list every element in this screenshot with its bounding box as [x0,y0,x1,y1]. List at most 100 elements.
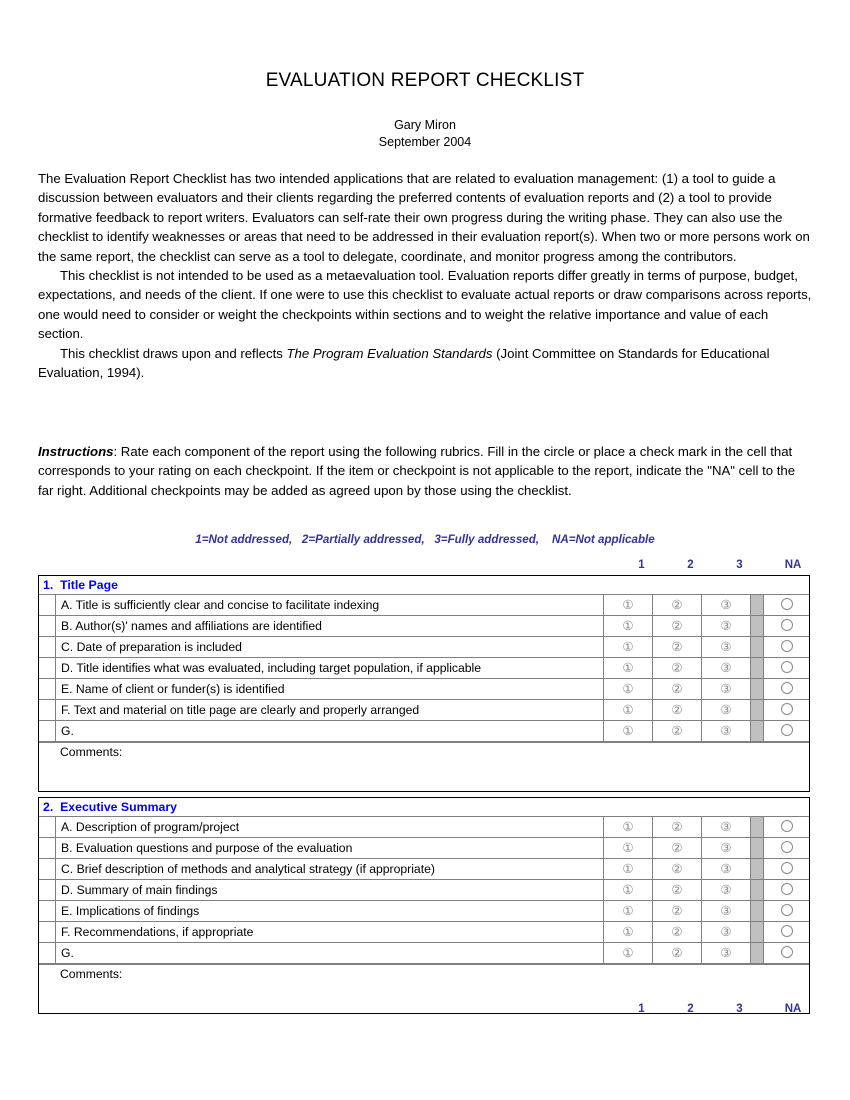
rating-cell-1[interactable]: ① [603,616,652,636]
checkpoint-label: F. Text and material on title page are c… [55,700,603,720]
column-divider [750,616,763,636]
rating-cell-na[interactable] [763,637,809,657]
intro-paragraph-2: This checklist is not intended to be use… [38,268,812,342]
intro-paragraph-3-before: This checklist draws upon and reflects [60,345,287,361]
rating-cell-3[interactable]: ③ [701,658,750,678]
rating-cell-2[interactable]: ② [652,700,701,720]
rating-cell-2[interactable]: ② [652,595,701,615]
rating-cell-1[interactable]: ① [603,880,652,900]
checklist-section-2: 2. Executive Summary A. Description of p… [38,797,810,1014]
rating-cell-3[interactable]: ③ [701,943,750,963]
rating-cell-1[interactable]: ① [603,838,652,858]
rating-cell-1[interactable]: ① [603,637,652,657]
scale-header-na: NA [784,559,802,571]
rating-cell-3[interactable]: ③ [701,859,750,879]
rating-cell-na[interactable] [763,880,809,900]
rating-cell-1[interactable]: ① [603,943,652,963]
author-name: Gary Miron [394,118,456,132]
circle-icon [780,723,793,736]
rating-cell-2[interactable]: ② [652,637,701,657]
rating-cell-na[interactable] [763,859,809,879]
rating-cell-na[interactable] [763,595,809,615]
circle-icon [780,660,793,673]
column-divider [750,658,763,678]
checkpoint-label: C. Brief description of methods and anal… [55,859,603,879]
introduction-text: The Evaluation Report Checklist has two … [38,169,812,382]
rating-cell-na[interactable] [763,943,809,963]
rating-cell-3[interactable]: ③ [701,922,750,942]
rating-cell-3[interactable]: ③ [701,679,750,699]
column-divider [750,838,763,858]
rating-cell-2[interactable]: ② [652,901,701,921]
rating-cell-2[interactable]: ② [652,838,701,858]
rating-cell-3[interactable]: ③ [701,901,750,921]
rating-cell-3[interactable]: ③ [701,880,750,900]
checkpoint-label: E. Implications of findings [55,901,603,921]
column-divider [750,595,763,615]
checkpoint-label: F. Recommendations, if appropriate [55,922,603,942]
rating-cell-1[interactable]: ① [603,679,652,699]
publication-date: September 2004 [378,135,472,149]
rating-cell-na[interactable] [763,721,809,741]
rating-cell-1[interactable]: ① [603,721,652,741]
table-row: G. ① ② ③ [39,721,809,742]
rating-cell-1[interactable]: ① [603,859,652,879]
rating-cell-na[interactable] [763,901,809,921]
table-row: C. Date of preparation is included ① ② ③ [39,637,809,658]
rating-cell-1[interactable]: ① [603,817,652,837]
rating-cell-1[interactable]: ① [603,658,652,678]
rating-cell-na[interactable] [763,679,809,699]
checkpoint-label: C. Date of preparation is included [55,637,603,657]
rating-cell-na[interactable] [763,817,809,837]
circle-icon [780,882,793,895]
rating-cell-2[interactable]: ② [652,880,701,900]
rating-cell-3[interactable]: ③ [701,616,750,636]
rating-cell-na[interactable] [763,700,809,720]
intro-paragraph-3: This checklist draws upon and reflects T… [38,344,812,383]
rating-cell-1[interactable]: ① [603,700,652,720]
rating-cell-2[interactable]: ② [652,679,701,699]
scale-footer-1: 1 [638,1003,645,1015]
circle-icon [780,924,793,937]
checkpoint-label: D. Title identifies what was evaluated, … [55,658,603,678]
rating-cell-1[interactable]: ① [603,922,652,942]
rating-cell-1[interactable]: ① [603,595,652,615]
rating-cell-3[interactable]: ③ [701,700,750,720]
rating-cell-2[interactable]: ② [652,817,701,837]
rating-cell-na[interactable] [763,658,809,678]
circle-icon [780,945,793,958]
rating-cell-2[interactable]: ② [652,658,701,678]
rating-cell-3[interactable]: ③ [701,637,750,657]
rating-cell-3[interactable]: ③ [701,838,750,858]
scale-header-labels: 1 2 3 NA [0,559,850,574]
scale-footer-labels: 1 2 3 NA [0,1003,850,1018]
rating-cell-2[interactable]: ② [652,922,701,942]
rating-cell-3[interactable]: ③ [701,595,750,615]
instructions-block: Instructions: Rate each component of the… [38,442,812,500]
table-row: D. Title identifies what was evaluated, … [39,658,809,679]
circle-icon [780,861,793,874]
section-header-executive-summary: 2. Executive Summary [39,798,809,817]
checkpoint-label: B. Evaluation questions and purpose of t… [55,838,603,858]
rating-cell-2[interactable]: ② [652,721,701,741]
table-row: A. Description of program/project ① ② ③ [39,817,809,838]
table-row: F. Recommendations, if appropriate ① ② ③ [39,922,809,943]
page-title: EVALUATION REPORT CHECKLIST [265,70,585,91]
column-divider [750,901,763,921]
column-divider [750,880,763,900]
rating-cell-na[interactable] [763,922,809,942]
rating-cell-1[interactable]: ① [603,901,652,921]
circle-icon [780,702,793,715]
standards-title: The Program Evaluation Standards [286,345,493,361]
column-divider [750,637,763,657]
comments-field[interactable]: Comments: [39,742,809,791]
column-divider [750,700,763,720]
rating-cell-na[interactable] [763,616,809,636]
rating-cell-na[interactable] [763,838,809,858]
rating-cell-3[interactable]: ③ [701,721,750,741]
rating-cell-2[interactable]: ② [652,859,701,879]
instructions-label: Instructions [38,444,114,459]
rating-cell-2[interactable]: ② [652,616,701,636]
rating-cell-2[interactable]: ② [652,943,701,963]
rating-cell-3[interactable]: ③ [701,817,750,837]
